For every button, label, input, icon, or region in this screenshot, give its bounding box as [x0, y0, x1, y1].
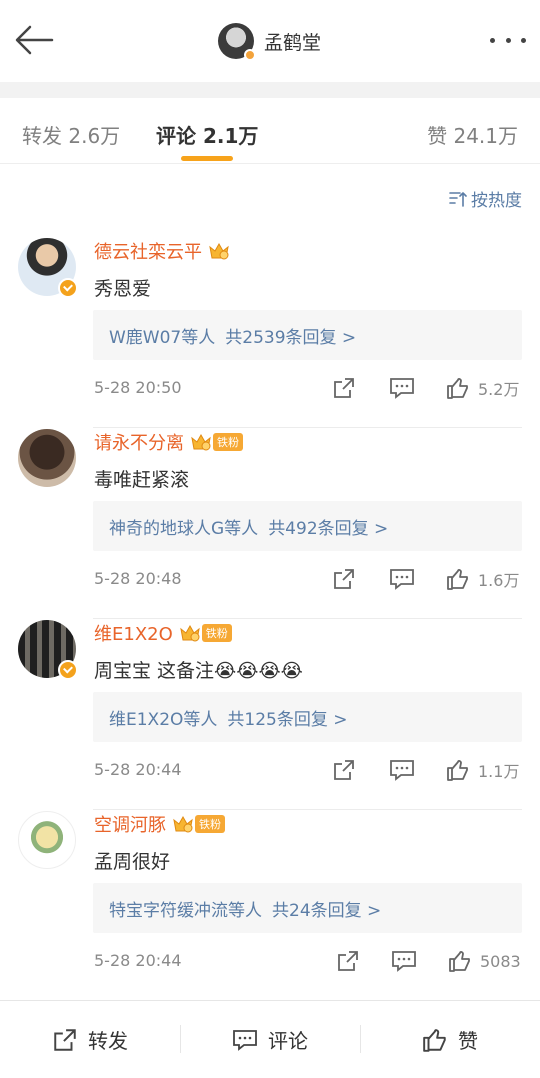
fan-badge: 铁粉	[201, 624, 232, 642]
share-icon[interactable]	[332, 374, 356, 402]
list-item: 空调河豚 铁粉 孟周很好 特宝字符缓冲流等人 共24条回复 > 5-28 20:4…	[0, 811, 540, 1001]
avatar[interactable]	[18, 429, 76, 487]
thumbs-up-icon	[449, 951, 470, 972]
comment-text: 毒唯赶紧滚	[94, 469, 190, 491]
more-dots-icon[interactable]	[490, 28, 526, 52]
like-count: 1.6万	[478, 571, 520, 590]
reply-summary[interactable]: W鹿W07等人 共2539条回复 >	[93, 310, 522, 360]
like-label: 赞	[458, 1029, 478, 1053]
like-button[interactable]: 赞	[360, 1001, 540, 1078]
crown-icon	[191, 433, 211, 451]
comment-username[interactable]: 请永不分离 铁粉	[94, 429, 243, 455]
comment-text: 周宝宝 这备注😭😭😭😭	[94, 660, 303, 682]
share-icon[interactable]	[336, 947, 360, 975]
comment-time: 5-28 20:44	[94, 951, 182, 970]
forward-label: 转发	[88, 1029, 128, 1053]
verified-icon	[244, 49, 256, 61]
like-count: 1.1万	[478, 762, 520, 781]
avatar[interactable]	[218, 23, 256, 61]
tab-forward[interactable]: 转发 2.6万	[22, 120, 120, 149]
fan-badge: 铁粉	[195, 815, 225, 833]
comment-username[interactable]: 空调河豚 铁粉	[94, 811, 225, 837]
reply-summary[interactable]: 神奇的地球人G等人 共492条回复 >	[93, 501, 522, 551]
list-item: 维E1X2O 铁粉 周宝宝 这备注😭😭😭😭 维E1X2O等人 共125条回复 > …	[0, 620, 540, 810]
comment-time: 5-28 20:48	[94, 569, 182, 588]
section-divider	[0, 82, 540, 98]
sort-icon	[449, 191, 467, 207]
share-icon[interactable]	[332, 565, 356, 593]
fan-badge: 铁粉	[213, 433, 243, 451]
list-item: 请永不分离 铁粉 毒唯赶紧滚 神奇的地球人G等人 共492条回复 > 5-28 2…	[0, 429, 540, 619]
thumbs-up-icon	[447, 378, 468, 399]
tab-bar: 转发 2.6万 评论 2.1万 赞 24.1万	[0, 98, 540, 164]
like-button[interactable]: 5.2万	[446, 374, 519, 402]
top-bar: 孟鹤堂	[0, 0, 540, 82]
reply-icon[interactable]	[389, 374, 415, 402]
crown-icon	[173, 815, 193, 833]
like-button[interactable]: 5083	[448, 947, 521, 975]
page-title: 孟鹤堂	[264, 31, 322, 54]
reply-summary[interactable]: 特宝字符缓冲流等人 共24条回复 >	[93, 883, 522, 933]
thumbs-up-icon	[423, 1028, 446, 1052]
comment-time: 5-28 20:44	[94, 760, 182, 779]
verified-icon	[58, 660, 78, 680]
reply-icon[interactable]	[391, 947, 417, 975]
sort-label: 按热度	[471, 191, 522, 211]
reply-icon[interactable]	[389, 756, 415, 784]
comment-label: 评论	[268, 1029, 308, 1053]
thumbs-up-icon	[447, 569, 468, 590]
active-tab-indicator	[181, 156, 233, 161]
crown-icon	[209, 242, 229, 260]
comment-time: 5-28 20:50	[94, 378, 182, 397]
list-item: 德云社栾云平 秀恩爱 W鹿W07等人 共2539条回复 > 5-28 20:50 …	[0, 238, 540, 428]
sort-button[interactable]: 按热度	[449, 186, 522, 211]
reply-icon[interactable]	[389, 565, 415, 593]
thumbs-up-icon	[447, 760, 468, 781]
comment-username[interactable]: 德云社栾云平	[94, 238, 230, 264]
reply-summary[interactable]: 维E1X2O等人 共125条回复 >	[93, 692, 522, 742]
like-count: 5083	[480, 951, 521, 971]
forward-button[interactable]: 转发	[0, 1001, 180, 1078]
header-user[interactable]: 孟鹤堂	[218, 22, 322, 61]
back-arrow-icon[interactable]	[14, 24, 54, 56]
comment-icon	[233, 1029, 257, 1051]
share-icon	[54, 1028, 76, 1051]
avatar[interactable]	[18, 811, 76, 869]
comment-button[interactable]: 评论	[180, 1001, 360, 1078]
comment-username[interactable]: 维E1X2O 铁粉	[94, 620, 232, 646]
comment-text: 秀恩爱	[94, 278, 152, 300]
share-icon[interactable]	[332, 756, 356, 784]
tab-like[interactable]: 赞 24.1万	[427, 120, 518, 149]
comment-text: 孟周很好	[94, 851, 171, 873]
like-count: 5.2万	[478, 380, 520, 399]
like-button[interactable]: 1.1万	[446, 756, 519, 784]
bottom-action-bar: 转发 评论 赞	[0, 1000, 540, 1078]
like-button[interactable]: 1.6万	[446, 565, 519, 593]
verified-icon	[58, 278, 78, 298]
crown-icon	[180, 624, 200, 642]
